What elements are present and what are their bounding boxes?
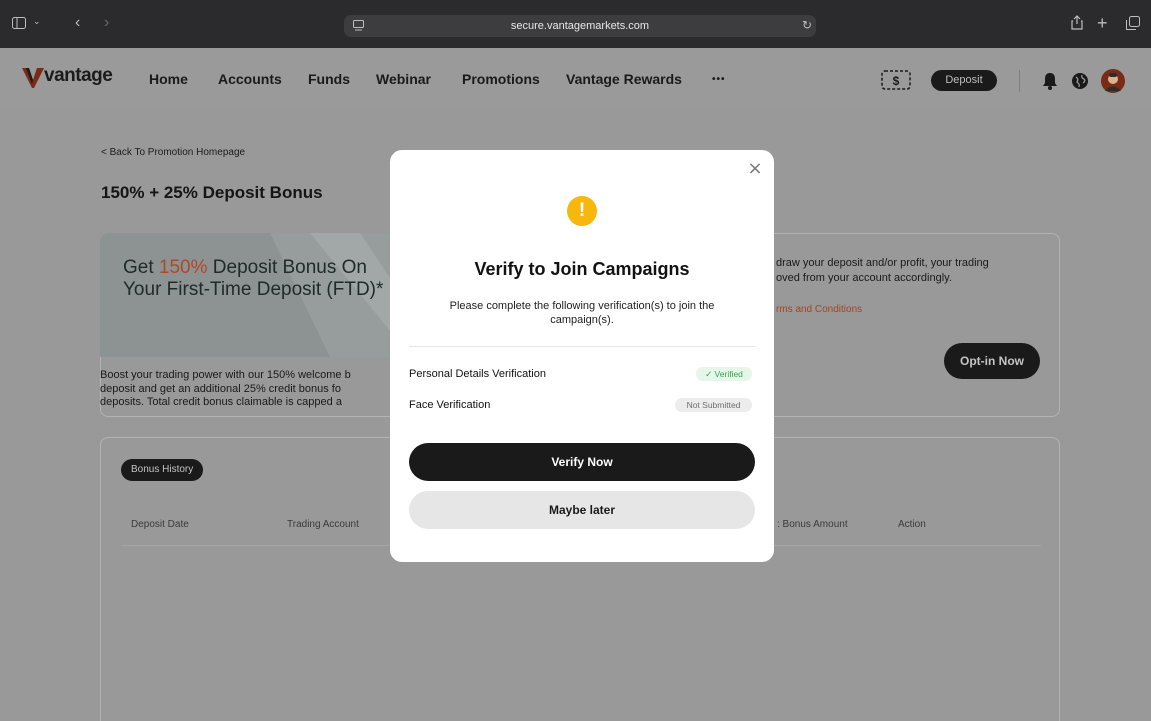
promo-description-line: Boost your trading power with our 150% w…	[100, 369, 351, 381]
column-deposit-date: Deposit Date	[131, 519, 189, 530]
tabs-icon[interactable]	[1126, 16, 1140, 32]
terms-and-conditions-link[interactable]: rms and Conditions	[776, 304, 862, 315]
back-icon[interactable]: ‹	[75, 15, 80, 31]
promo-headline-prefix: Get	[123, 257, 159, 278]
opt-in-button[interactable]: Opt-in Now	[944, 343, 1040, 379]
promo-headline: Get 150% Deposit Bonus On Your First-Tim…	[123, 257, 393, 301]
url-text: secure.vantagemarkets.com	[510, 20, 650, 32]
deposit-button[interactable]: Deposit	[931, 70, 997, 91]
maybe-later-button[interactable]: Maybe later	[409, 491, 755, 529]
promo-description: Boost your trading power with our 150% w…	[100, 369, 400, 410]
nav-funds[interactable]: Funds	[308, 71, 350, 87]
chevron-down-icon[interactable]: ⌄	[33, 17, 41, 26]
site-header: vantage Home Accounts Funds Webinar Prom…	[0, 48, 1151, 110]
svg-text:$: $	[893, 74, 900, 88]
promo-note-line: draw your deposit and/or profit, your tr…	[776, 257, 989, 269]
promo-headline-highlight: 150%	[158, 257, 208, 278]
avatar[interactable]	[1101, 69, 1125, 98]
nav-promotions[interactable]: Promotions	[462, 71, 540, 87]
nav-home[interactable]: Home	[149, 71, 188, 87]
brand-name: vantage	[44, 65, 113, 86]
modal-title: Verify to Join Campaigns	[474, 259, 690, 279]
bonus-history-tab[interactable]: Bonus History	[121, 459, 204, 481]
close-icon[interactable]: ×	[746, 160, 764, 178]
reload-icon[interactable]: ↻	[802, 19, 812, 31]
new-tab-icon[interactable]: +	[1097, 14, 1108, 32]
face-verification-label: Face Verification	[409, 399, 491, 411]
verify-modal: × ! Verify to Join Campaigns Please comp…	[390, 150, 774, 562]
page-title: 150% + 25% Deposit Bonus	[101, 183, 323, 202]
not-submitted-badge: Not Submitted	[675, 398, 752, 412]
browser-toolbar: ⌄ ‹ › secure.vantagemarkets.com ↻ +	[0, 0, 1151, 48]
address-bar[interactable]: secure.vantagemarkets.com ↻	[344, 15, 816, 37]
column-trading-account: Trading Account	[287, 519, 359, 530]
promo-description-line: deposits. Total credit bonus claimable i…	[100, 396, 342, 408]
nav-divider	[1019, 70, 1020, 92]
promo-description-line: deposit and get an additional 25% credit…	[100, 382, 341, 395]
forward-icon[interactable]: ›	[104, 15, 109, 31]
warning-icon: !	[567, 196, 597, 226]
bell-icon[interactable]	[1042, 72, 1058, 95]
wallet-icon[interactable]: $	[881, 69, 911, 96]
promo-withdrawal-note: draw your deposit and/or profit, your tr…	[776, 256, 1046, 286]
verified-badge: ✓ Verified	[696, 367, 752, 381]
nav-accounts[interactable]: Accounts	[218, 71, 282, 87]
promo-banner: Get 150% Deposit Bonus On Your First-Tim…	[100, 233, 400, 357]
personal-details-label: Personal Details Verification	[409, 368, 546, 380]
column-bonus-amount: : Bonus Amount	[777, 519, 848, 530]
modal-divider	[409, 346, 755, 347]
column-action: Action	[898, 519, 926, 530]
modal-description: Please complete the following verificati…	[449, 300, 715, 326]
nav-vantage-rewards[interactable]: Vantage Rewards	[566, 71, 682, 87]
verify-now-button[interactable]: Verify Now	[409, 443, 755, 481]
sidebar-icon[interactable]	[12, 17, 26, 31]
back-to-promotions-link[interactable]: < Back To Promotion Homepage	[101, 147, 245, 158]
share-icon[interactable]	[1071, 15, 1083, 32]
nav-webinar[interactable]: Webinar	[376, 71, 431, 87]
nav-more[interactable]: •••	[712, 74, 726, 85]
promo-note-line: oved from your account accordingly.	[776, 272, 952, 284]
globe-icon[interactable]	[1071, 72, 1089, 95]
